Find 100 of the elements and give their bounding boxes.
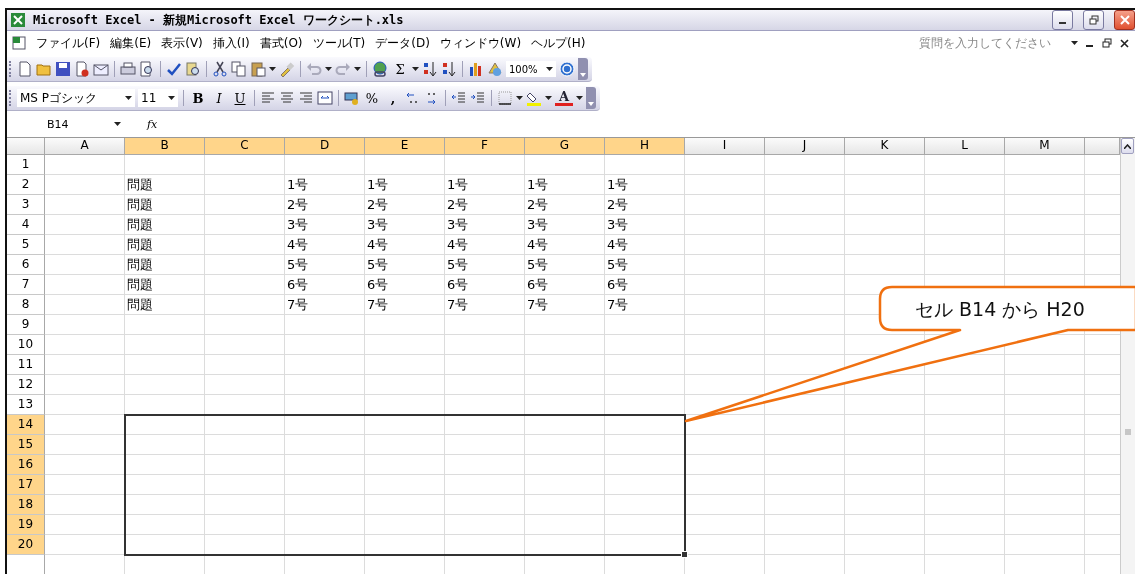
help-search-field[interactable]: 質問を入力してください [917, 35, 1071, 51]
scissors-icon[interactable] [212, 61, 228, 77]
column-header[interactable]: C [205, 138, 285, 155]
menu-item[interactable]: 表示(V) [156, 34, 208, 52]
caret-icon[interactable] [412, 67, 419, 71]
caret-icon[interactable] [168, 96, 175, 100]
column-header[interactable]: M [1005, 138, 1085, 155]
minimize-button[interactable] [1052, 10, 1073, 30]
borders-icon[interactable] [497, 90, 513, 106]
permission-icon[interactable] [74, 61, 90, 77]
percent-button[interactable]: % [363, 90, 381, 106]
caret-icon[interactable] [545, 96, 552, 100]
italic-button[interactable]: I [210, 90, 228, 106]
row-header[interactable]: 12 [7, 375, 45, 395]
row-header[interactable]: 18 [7, 495, 45, 515]
column-header[interactable]: J [765, 138, 845, 155]
column-header[interactable]: E [365, 138, 445, 155]
name-box[interactable]: B14 [7, 115, 127, 133]
caret-icon[interactable] [516, 96, 523, 100]
toolbar-options-button[interactable] [578, 58, 588, 80]
autosum-button[interactable]: Σ [391, 61, 409, 77]
merge-center-icon[interactable] [317, 90, 333, 106]
menu-item[interactable]: 挿入(I) [207, 34, 255, 52]
align-right-icon[interactable] [298, 90, 314, 106]
caret-icon[interactable] [125, 96, 132, 100]
zoom-dropdown[interactable]: 100% [506, 61, 556, 77]
column-header[interactable]: A [45, 138, 125, 155]
menu-item[interactable]: ウィンドウ(W) [434, 34, 527, 52]
bold-button[interactable]: B [189, 90, 207, 106]
caret-icon[interactable] [114, 122, 121, 126]
envelope-icon[interactable] [93, 61, 109, 77]
column-header[interactable]: H [605, 138, 685, 155]
workbook-icon[interactable] [11, 35, 27, 51]
underline-button[interactable]: U [231, 90, 249, 106]
print-preview-icon[interactable] [139, 61, 155, 77]
research-icon[interactable] [185, 61, 201, 77]
font-color-button[interactable]: A [555, 90, 573, 106]
menu-item[interactable]: 編集(E) [105, 34, 157, 52]
row-header[interactable]: 7 [7, 275, 45, 295]
restore-workbook-icon[interactable] [1102, 38, 1112, 48]
close-button[interactable] [1114, 10, 1135, 30]
row-header[interactable]: 11 [7, 355, 45, 375]
row-header[interactable]: 10 [7, 335, 45, 355]
decrease-indent-icon[interactable] [451, 90, 467, 106]
increase-indent-icon[interactable] [470, 90, 486, 106]
column-header[interactable]: L [925, 138, 1005, 155]
row-header[interactable]: 16 [7, 455, 45, 475]
currency-icon[interactable] [344, 90, 360, 106]
row-header[interactable]: 20 [7, 535, 45, 555]
row-header[interactable]: 15 [7, 435, 45, 455]
row-header[interactable]: 13 [7, 395, 45, 415]
printer-icon[interactable] [120, 61, 136, 77]
caret-icon[interactable] [546, 67, 553, 71]
row-header[interactable]: 1 [7, 155, 45, 175]
align-left-icon[interactable] [260, 90, 276, 106]
menu-item[interactable]: データ(D) [370, 34, 435, 52]
globe-link-icon[interactable] [372, 61, 388, 77]
row-header[interactable]: 5 [7, 235, 45, 255]
scroll-up-button[interactable] [1121, 138, 1134, 154]
close-workbook-icon[interactable] [1120, 38, 1129, 48]
align-center-icon[interactable] [279, 90, 295, 106]
caret-icon[interactable] [354, 67, 361, 71]
help-icon[interactable] [559, 61, 575, 77]
row-header[interactable]: 4 [7, 215, 45, 235]
comma-button[interactable]: , [384, 90, 402, 106]
fill-handle[interactable] [681, 551, 688, 558]
copy-icon[interactable] [231, 61, 247, 77]
column-header[interactable]: I [685, 138, 765, 155]
insert-function-button[interactable]: fx [147, 117, 158, 131]
floppy-icon[interactable] [55, 61, 71, 77]
font-dropdown[interactable]: MS Pゴシック [17, 89, 135, 107]
bar-chart-icon[interactable] [468, 61, 484, 77]
caret-icon[interactable] [325, 67, 332, 71]
menu-item[interactable]: ヘルプ(H) [526, 34, 591, 52]
menu-item[interactable]: ツール(T) [307, 34, 371, 52]
spelling-check-icon[interactable] [166, 61, 182, 77]
row-header[interactable]: 2 [7, 175, 45, 195]
drawing-tools-icon[interactable] [487, 61, 503, 77]
row-header[interactable]: 14 [7, 415, 45, 435]
column-header[interactable]: F [445, 138, 525, 155]
restore-button[interactable] [1083, 10, 1104, 30]
caret-icon[interactable] [269, 67, 276, 71]
column-header[interactable]: G [525, 138, 605, 155]
row-header[interactable]: 9 [7, 315, 45, 335]
menu-item[interactable]: 書式(O) [254, 34, 308, 52]
font-size-dropdown[interactable]: 11 [138, 89, 178, 107]
row-header[interactable]: 19 [7, 515, 45, 535]
cell-grid[interactable] [7, 138, 1120, 574]
clipboard-icon[interactable] [250, 61, 266, 77]
column-header[interactable]: K [845, 138, 925, 155]
close-icon[interactable] [1119, 15, 1130, 25]
column-header[interactable]: D [285, 138, 365, 155]
paintbrush-icon[interactable] [279, 61, 295, 77]
sort-ascending-icon[interactable] [422, 61, 438, 77]
restore-icon[interactable] [1088, 15, 1099, 25]
column-header[interactable]: B [125, 138, 205, 155]
row-header[interactable]: 17 [7, 475, 45, 495]
caret-icon[interactable] [1071, 41, 1078, 45]
row-header[interactable]: 8 [7, 295, 45, 315]
fill-color-icon[interactable] [526, 90, 542, 106]
